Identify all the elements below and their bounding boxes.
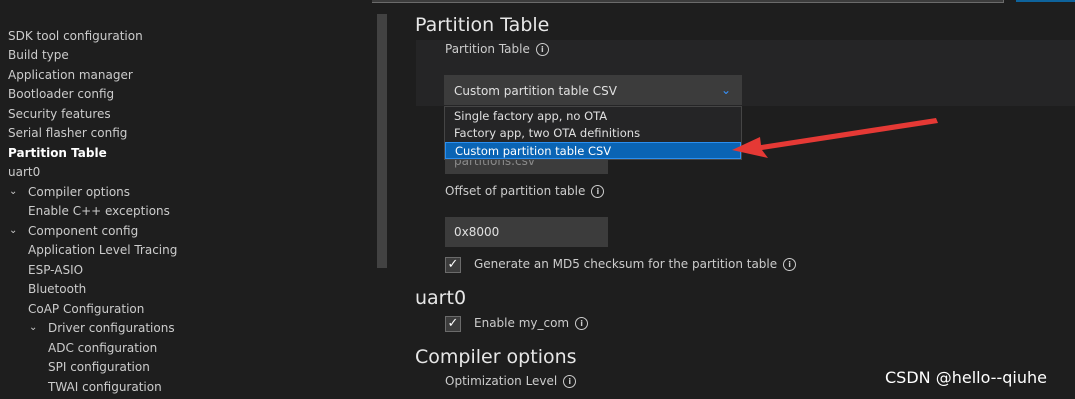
- offset-value: 0x8000: [454, 225, 500, 239]
- sidebar-item-component-config[interactable]: Component config: [28, 223, 138, 239]
- dropdown-option-single-factory[interactable]: Single factory app, no OTA: [445, 108, 741, 125]
- chevron-down-icon[interactable]: ⌄: [29, 322, 37, 333]
- watermark: CSDN @hello--qiuhe: [885, 368, 1047, 387]
- partition-table-label-text: Partition Table: [445, 42, 530, 56]
- check-icon: ✓: [447, 316, 459, 331]
- sidebar-item-application-level-tracing[interactable]: Application Level Tracing: [28, 242, 177, 258]
- dropdown-option-factory-two-ota[interactable]: Factory app, two OTA definitions: [445, 125, 741, 142]
- offset-label: Offset of partition table i: [445, 184, 605, 198]
- optimization-level-label-text: Optimization Level: [445, 374, 558, 388]
- sidebar-item-driver-configurations[interactable]: Driver configurations: [48, 320, 175, 336]
- md5-checkbox[interactable]: ✓: [445, 257, 461, 273]
- enable-my-com-label-text: Enable my_com: [474, 316, 570, 330]
- md5-label-text: Generate an MD5 checksum for the partiti…: [474, 257, 778, 271]
- partition-table-select-value: Custom partition table CSV: [454, 84, 617, 98]
- top-action-button[interactable]: [1016, 0, 1075, 2]
- info-icon[interactable]: i: [783, 258, 797, 271]
- sidebar-item-enable-cpp-exceptions[interactable]: Enable C++ exceptions: [28, 203, 170, 219]
- search-input[interactable]: [358, 0, 1004, 3]
- sidebar-item-bluetooth[interactable]: Bluetooth: [28, 281, 86, 297]
- sidebar: SDK tool configuration Build type Applic…: [0, 0, 372, 399]
- sidebar-item-application-manager[interactable]: Application manager: [8, 67, 133, 83]
- sidebar-item-partition-table[interactable]: Partition Table: [8, 145, 107, 161]
- offset-input[interactable]: 0x8000: [445, 217, 608, 247]
- info-icon[interactable]: i: [535, 43, 549, 56]
- section-title-uart0: uart0: [415, 287, 467, 309]
- md5-label: Generate an MD5 checksum for the partiti…: [474, 257, 797, 271]
- info-icon[interactable]: i: [575, 317, 589, 330]
- sidebar-item-serial-flasher-config[interactable]: Serial flasher config: [8, 125, 127, 141]
- annotation-arrow-icon: [732, 118, 938, 158]
- chevron-down-icon: ⌄: [720, 83, 731, 97]
- sidebar-item-coap-configuration[interactable]: CoAP Configuration: [28, 301, 144, 317]
- sidebar-item-sdk-tool-configuration[interactable]: SDK tool configuration: [8, 28, 143, 44]
- sidebar-item-uart0[interactable]: uart0: [8, 164, 40, 180]
- sidebar-item-esp-asio[interactable]: ESP-ASIO: [28, 262, 83, 278]
- sidebar-item-security-features[interactable]: Security features: [8, 106, 111, 122]
- partition-table-select[interactable]: Custom partition table CSV ⌄: [444, 75, 742, 105]
- scrollbar[interactable]: [377, 14, 387, 268]
- sidebar-item-compiler-options[interactable]: Compiler options: [28, 184, 130, 200]
- sidebar-item-twai-configuration[interactable]: TWAI configuration: [48, 379, 162, 395]
- partition-table-dropdown: Single factory app, no OTA Factory app, …: [444, 106, 742, 160]
- enable-my-com-label: Enable my_com i: [474, 316, 589, 330]
- partition-table-label: Partition Table i: [445, 42, 549, 56]
- sidebar-item-adc-configuration[interactable]: ADC configuration: [48, 340, 157, 356]
- check-icon: ✓: [447, 257, 459, 272]
- optimization-level-label: Optimization Level i: [445, 374, 577, 388]
- sidebar-item-build-type[interactable]: Build type: [8, 47, 69, 63]
- section-title-compiler-options: Compiler options: [415, 346, 577, 368]
- sidebar-item-bootloader-config[interactable]: Bootloader config: [8, 86, 114, 102]
- info-icon[interactable]: i: [563, 375, 577, 388]
- offset-label-text: Offset of partition table: [445, 184, 586, 198]
- chevron-down-icon[interactable]: ⌄: [9, 186, 17, 197]
- info-icon[interactable]: i: [591, 185, 605, 198]
- chevron-down-icon[interactable]: ⌄: [9, 225, 17, 236]
- dropdown-option-custom-csv[interactable]: Custom partition table CSV: [445, 142, 741, 159]
- sidebar-item-spi-configuration[interactable]: SPI configuration: [48, 359, 150, 375]
- section-title-partition-table: Partition Table: [415, 14, 550, 36]
- enable-my-com-checkbox[interactable]: ✓: [445, 316, 461, 332]
